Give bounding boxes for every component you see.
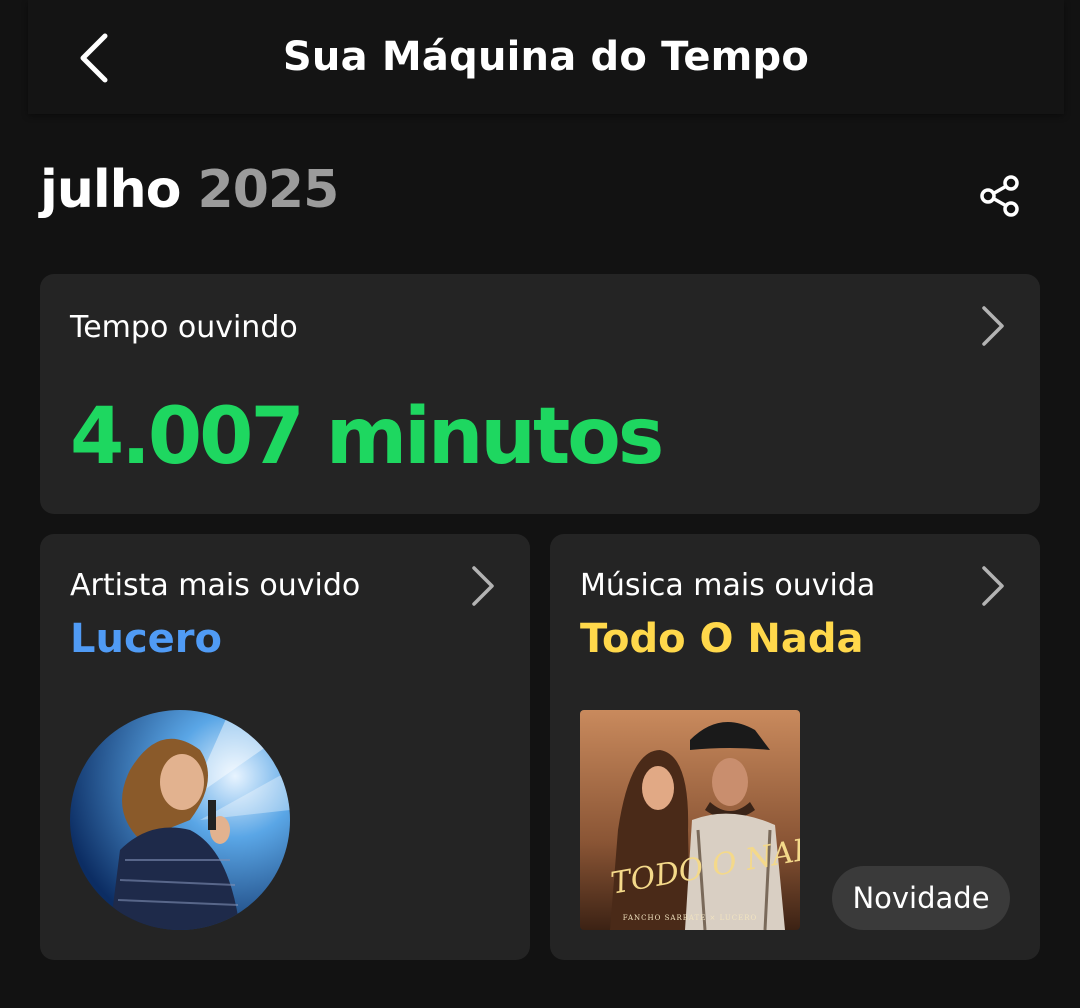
top-song-card[interactable]: Música mais ouvida Todo O Nada TODO O NA… xyxy=(550,534,1040,960)
top-song-name: Todo O Nada xyxy=(580,616,864,662)
period-heading: julho 2025 xyxy=(40,160,340,220)
top-bar: Sua Máquina do Tempo xyxy=(28,0,1064,114)
listening-minutes-value: 4.007 minutos xyxy=(70,392,664,482)
top-artist-name: Lucero xyxy=(70,616,223,662)
page-title: Sua Máquina do Tempo xyxy=(282,34,810,80)
top-artist-card[interactable]: Artista mais ouvido Lucero xyxy=(40,534,530,960)
share-button[interactable] xyxy=(972,168,1028,224)
album-cover: TODO O NADA FANCHO SARBATE × LUCERO xyxy=(580,710,800,930)
top-artist-label: Artista mais ouvido xyxy=(70,568,361,603)
chevron-right-icon xyxy=(982,306,1004,346)
new-badge: Novidade xyxy=(832,866,1010,930)
artist-photo xyxy=(70,710,290,930)
listening-time-card[interactable]: Tempo ouvindo 4.007 minutos xyxy=(40,274,1040,514)
cover-credit-art: FANCHO SARBATE × LUCERO xyxy=(623,914,758,922)
year-label: 2025 xyxy=(197,160,340,220)
top-song-label: Música mais ouvida xyxy=(580,568,876,603)
chevron-right-icon xyxy=(982,566,1004,606)
month-label: julho xyxy=(40,160,181,220)
listening-time-label: Tempo ouvindo xyxy=(70,310,298,345)
chevron-right-icon xyxy=(472,566,494,606)
share-icon xyxy=(980,175,1019,217)
time-machine-screen: Sua Máquina do Tempo julho 2025 Tempo ou… xyxy=(0,0,1080,1008)
